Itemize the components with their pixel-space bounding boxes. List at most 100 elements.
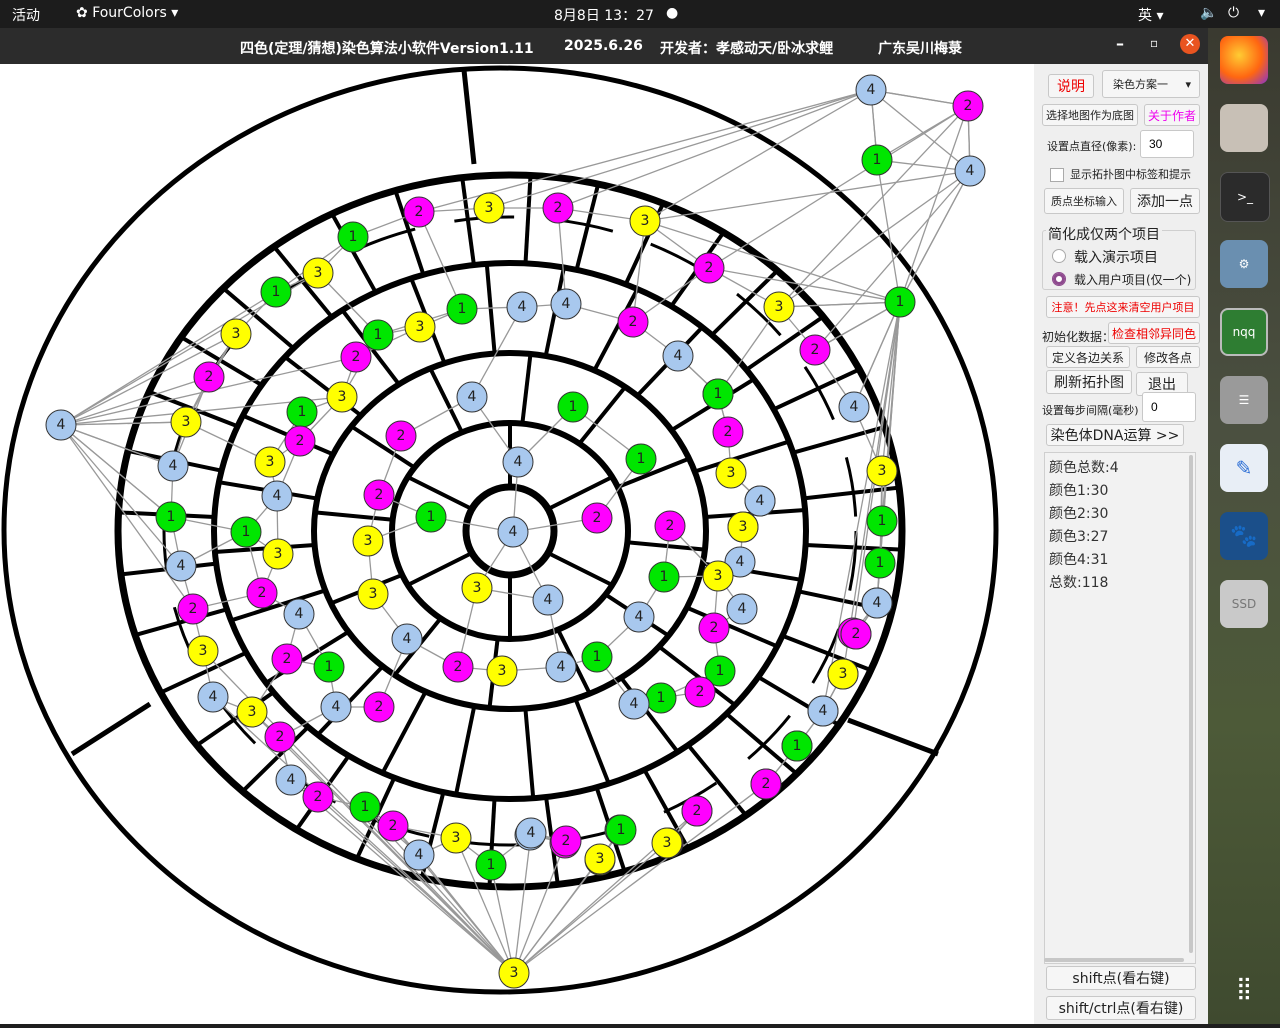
graph-node[interactable]: 2: [693, 252, 725, 284]
graph-node[interactable]: 2: [654, 510, 686, 542]
graph-node[interactable]: 4: [532, 584, 564, 616]
define-edges-button[interactable]: 定义各边关系: [1046, 346, 1130, 368]
scheme-select[interactable]: 染色方案一 ▾: [1102, 70, 1200, 98]
graph-node[interactable]: 3: [866, 455, 898, 487]
vertical-scrollbar[interactable]: [1189, 455, 1193, 953]
graph-node[interactable]: 1: [648, 561, 680, 593]
graph-node[interactable]: 4: [954, 155, 986, 187]
choose-map-button[interactable]: 选择地图作为底图: [1042, 104, 1138, 126]
diameter-input[interactable]: [1140, 130, 1194, 158]
graph-node[interactable]: 4: [283, 598, 315, 630]
activities-button[interactable]: 活动: [12, 5, 40, 25]
graph-node[interactable]: 2: [840, 618, 872, 650]
graph-node[interactable]: 3: [236, 696, 268, 728]
graph-node[interactable]: 4: [45, 409, 77, 441]
graph-node[interactable]: 2: [442, 651, 474, 683]
graph-node[interactable]: 1: [625, 443, 657, 475]
graph-node[interactable]: 1: [286, 396, 318, 428]
graph-node[interactable]: 3: [440, 822, 472, 854]
graph-node[interactable]: 2: [542, 192, 574, 224]
graph-node[interactable]: 4: [618, 688, 650, 720]
graph-node[interactable]: 4: [456, 381, 488, 413]
load-user-radio[interactable]: [1052, 272, 1066, 286]
graph-node[interactable]: 2: [284, 425, 316, 457]
graph-node[interactable]: 1: [260, 276, 292, 308]
explain-button[interactable]: 说明: [1048, 74, 1094, 98]
graph-node[interactable]: 1: [702, 378, 734, 410]
graph-node[interactable]: 3: [254, 446, 286, 478]
graph-node[interactable]: 4: [320, 691, 352, 723]
graph-node[interactable]: 4: [726, 593, 758, 625]
graph-node[interactable]: 3: [187, 635, 219, 667]
clear-user-project-button[interactable]: 注意！先点这来清空用户项目: [1046, 296, 1200, 318]
settings-icon[interactable]: ⚙: [1220, 240, 1268, 288]
graph-node[interactable]: 2: [712, 416, 744, 448]
graph-node[interactable]: 4: [391, 623, 423, 655]
graph-node[interactable]: 1: [337, 221, 369, 253]
graph-node[interactable]: 3: [461, 572, 493, 604]
chevron-down-icon[interactable]: ▾: [1258, 5, 1265, 21]
refresh-topology-button[interactable]: 刷新拓扑图: [1046, 370, 1132, 394]
text-editor-icon[interactable]: ✎: [1220, 444, 1268, 492]
show-labels-checkbox[interactable]: [1050, 168, 1064, 182]
graph-node[interactable]: 2: [340, 341, 372, 373]
load-demo-radio[interactable]: [1052, 249, 1066, 263]
volume-icon[interactable]: 🔈: [1200, 5, 1217, 21]
graph-node[interactable]: 3: [326, 381, 358, 413]
graph-node[interactable]: 3: [715, 457, 747, 489]
graph-node[interactable]: 4: [545, 651, 577, 683]
check-adjacent-button[interactable]: 检查相邻异同色: [1108, 322, 1200, 344]
graph-node[interactable]: 4: [497, 516, 529, 548]
minimize-icon[interactable]: –: [1116, 34, 1124, 53]
paw-icon[interactable]: 🐾: [1220, 512, 1268, 560]
graph-node[interactable]: 4: [403, 839, 435, 871]
graph-node[interactable]: 3: [486, 655, 518, 687]
close-icon[interactable]: ✕: [1180, 34, 1200, 54]
app-grid-icon[interactable]: ⣿: [1220, 964, 1268, 1012]
graph-node[interactable]: 2: [264, 721, 296, 753]
point-coord-input-button[interactable]: 质点坐标输入: [1044, 188, 1124, 214]
dna-run-button[interactable]: 染色体DNA运算 >>: [1046, 424, 1184, 446]
graph-node[interactable]: 2: [550, 825, 582, 857]
graph-node[interactable]: 1: [861, 144, 893, 176]
graph-node[interactable]: 3: [404, 311, 436, 343]
graph-node[interactable]: 3: [170, 406, 202, 438]
shift-point-button[interactable]: shift点(看右键): [1046, 966, 1196, 990]
horizontal-scrollbar[interactable]: [1044, 958, 1184, 962]
graph-node[interactable]: 3: [584, 843, 616, 875]
graph-node[interactable]: 4: [838, 391, 870, 423]
graph-node[interactable]: 3: [473, 192, 505, 224]
graph-node[interactable]: 3: [651, 827, 683, 859]
modify-points-button[interactable]: 修改各点: [1136, 346, 1200, 368]
graph-node[interactable]: 4: [807, 695, 839, 727]
graph-node[interactable]: 3: [302, 257, 334, 289]
graph-node[interactable]: 4: [744, 485, 776, 517]
step-interval-input[interactable]: [1142, 392, 1196, 422]
shift-ctrl-point-button[interactable]: shift/ctrl点(看右键): [1046, 996, 1196, 1020]
graph-node[interactable]: 2: [617, 306, 649, 338]
graph-node[interactable]: 1: [581, 641, 613, 673]
graph-node[interactable]: 4: [855, 74, 887, 106]
graph-node[interactable]: 1: [415, 501, 447, 533]
nqq-icon[interactable]: nqq: [1220, 308, 1268, 356]
firefox-icon[interactable]: [1220, 36, 1268, 84]
graph-node[interactable]: 1: [866, 505, 898, 537]
graph-node[interactable]: 1: [864, 547, 896, 579]
topology-nodes[interactable]: 4214123232324312134133142412343134142312…: [45, 74, 986, 989]
graph-node[interactable]: 2: [302, 781, 334, 813]
graph-node[interactable]: 2: [750, 768, 782, 800]
files-icon[interactable]: [1220, 104, 1268, 152]
graph-node[interactable]: 3: [220, 318, 252, 350]
graph-node[interactable]: 4: [623, 601, 655, 633]
graph-node[interactable]: 1: [645, 682, 677, 714]
add-point-button[interactable]: 添加一点: [1130, 188, 1200, 214]
input-method[interactable]: 英 ▾: [1138, 5, 1163, 25]
graph-node[interactable]: 2: [363, 479, 395, 511]
power-icon[interactable]: ⏻: [1228, 5, 1239, 21]
graph-node[interactable]: 2: [698, 612, 730, 644]
graph-node[interactable]: 1: [313, 651, 345, 683]
graph-node[interactable]: 4: [261, 480, 293, 512]
graph-node[interactable]: 1: [230, 516, 262, 548]
graph-node[interactable]: 2: [271, 643, 303, 675]
graph-node[interactable]: 3: [629, 205, 661, 237]
